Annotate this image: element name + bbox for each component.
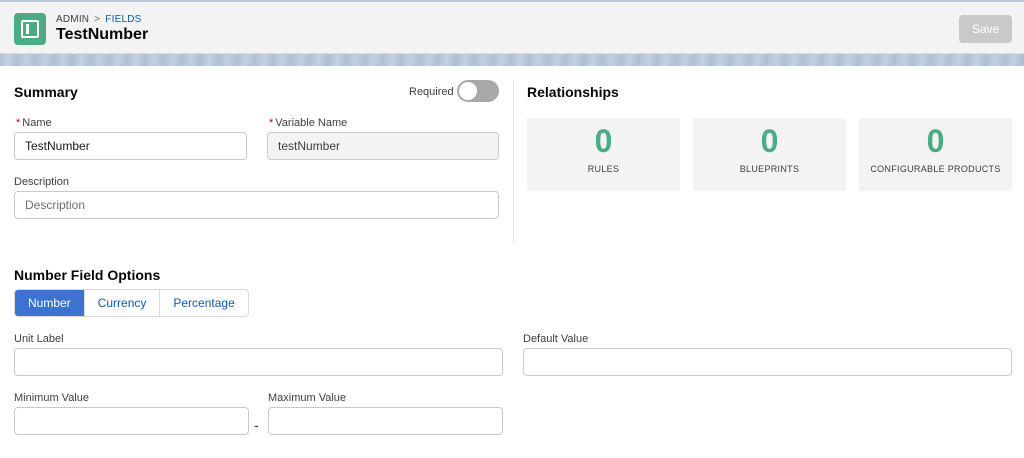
page-title: TestNumber bbox=[56, 26, 149, 43]
field-app-icon bbox=[14, 13, 46, 45]
maximum-value-label: Maximum Value bbox=[268, 392, 347, 404]
toggle-knob bbox=[459, 82, 477, 100]
name-label: * Name bbox=[16, 117, 52, 129]
tab-currency[interactable]: Currency bbox=[85, 290, 161, 316]
section-divider bbox=[513, 80, 514, 243]
required-asterisk: * bbox=[16, 117, 21, 129]
required-asterisk: * bbox=[269, 117, 274, 129]
header-top-rule bbox=[0, 0, 1024, 2]
required-toggle[interactable] bbox=[457, 80, 499, 102]
variable-name-label: * Variable Name bbox=[269, 117, 347, 129]
summary-heading: Summary bbox=[14, 84, 78, 100]
rules-caption: RULES bbox=[587, 164, 620, 174]
breadcrumb: ADMIN > FIELDS bbox=[56, 14, 142, 25]
number-type-tabs: Number Currency Percentage bbox=[14, 289, 249, 317]
breadcrumb-admin[interactable]: ADMIN bbox=[56, 14, 89, 25]
tab-percentage[interactable]: Percentage bbox=[160, 290, 247, 316]
unit-label-label: Unit Label bbox=[14, 333, 64, 345]
minimum-value-input[interactable] bbox=[14, 407, 249, 435]
configurable-products-stat[interactable]: 0 CONFIGURABLE PRODUCTS bbox=[859, 118, 1012, 191]
breadcrumb-fields-link[interactable]: FIELDS bbox=[105, 14, 141, 25]
minimum-value-label: Minimum Value bbox=[14, 392, 89, 404]
maximum-value-input[interactable] bbox=[268, 407, 503, 435]
blueprints-count: 0 bbox=[760, 123, 779, 159]
configurable-products-caption: CONFIGURABLE PRODUCTS bbox=[870, 164, 1001, 174]
field-detail-card: Summary Required *Name *Variable Name De… bbox=[0, 66, 1024, 458]
range-separator: - bbox=[254, 417, 259, 433]
variable-name-label-text: Variable Name bbox=[275, 117, 348, 129]
default-value-label: Default Value bbox=[523, 333, 589, 345]
decorative-band bbox=[0, 54, 1024, 66]
variable-name-input[interactable] bbox=[267, 132, 499, 160]
blueprints-stat[interactable]: 0 BLUEPRINTS bbox=[693, 118, 846, 191]
description-input[interactable] bbox=[14, 191, 499, 219]
configurable-products-count: 0 bbox=[926, 123, 945, 159]
rules-stat[interactable]: 0 RULES bbox=[527, 118, 680, 191]
tab-number[interactable]: Number bbox=[15, 290, 85, 316]
unit-label-input[interactable] bbox=[14, 348, 503, 376]
page-header: ADMIN > FIELDS TestNumber Save bbox=[0, 0, 1024, 54]
description-label: Description bbox=[14, 176, 70, 188]
relationships-heading: Relationships bbox=[527, 84, 619, 100]
name-input[interactable] bbox=[14, 132, 247, 160]
blueprints-caption: BLUEPRINTS bbox=[739, 164, 800, 174]
name-label-text: Name bbox=[22, 117, 52, 129]
default-value-input[interactable] bbox=[523, 348, 1012, 376]
save-button[interactable]: Save bbox=[959, 15, 1012, 43]
rules-count: 0 bbox=[594, 123, 613, 159]
number-options-heading: Number Field Options bbox=[14, 267, 161, 283]
required-label: Required bbox=[409, 86, 454, 98]
breadcrumb-separator: > bbox=[94, 14, 101, 25]
